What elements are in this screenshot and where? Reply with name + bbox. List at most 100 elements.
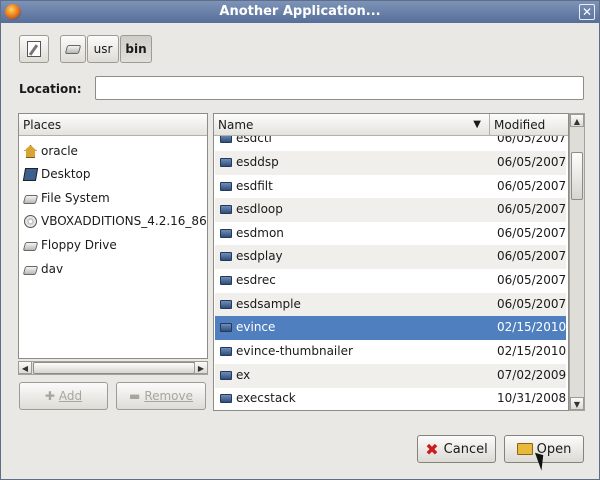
file-row[interactable]: execstack 10/31/2008 (215, 387, 567, 410)
cdrom-icon (24, 215, 37, 228)
file-name: execstack (236, 391, 296, 405)
network-drive-icon (22, 266, 39, 275)
edit-icon (27, 41, 41, 57)
remove-place-button[interactable]: ▬ Remove (116, 382, 206, 410)
file-row[interactable]: evince-thumbnailer 02/15/2010 (215, 340, 566, 364)
file-name: esdmon (236, 226, 284, 240)
executable-icon (220, 394, 232, 403)
place-label: Floppy Drive (41, 238, 117, 252)
drive-icon (64, 44, 82, 54)
cancel-label: Cancel (443, 441, 488, 457)
modified-header-label: Modified (494, 118, 546, 132)
executable-icon (220, 182, 232, 191)
place-label: VBOXADDITIONS_4.2.16_86 (41, 214, 206, 228)
file-row[interactable]: esdfilt 06/05/2007 (215, 175, 566, 199)
executable-icon (220, 300, 232, 309)
remove-icon: ▬ (128, 389, 141, 403)
file-row-selected[interactable]: evince 02/15/2010 (215, 316, 566, 340)
drive-icon (22, 195, 39, 204)
files-panel: Name ▼ Modified esdctl 06/05/2007 esddsp… (213, 113, 569, 411)
path-segment-label: usr (93, 42, 113, 56)
files-scroll-thumb[interactable] (571, 152, 583, 200)
executable-icon (220, 205, 232, 214)
file-name: esdplay (236, 249, 283, 263)
desktop-icon (22, 168, 39, 181)
places-scroll-thumb[interactable] (33, 362, 195, 374)
file-row[interactable]: esdsample 06/05/2007 (215, 293, 566, 317)
location-label: Location: (19, 82, 82, 96)
executable-icon (220, 323, 232, 332)
file-modified: 06/05/2007 (497, 155, 567, 169)
file-modified: 06/05/2007 (497, 179, 567, 193)
place-floppy-drive[interactable]: Floppy Drive (21, 234, 206, 257)
file-modified: 10/31/2008 (497, 391, 567, 405)
file-modified: 06/05/2007 (497, 226, 567, 240)
type-location-button[interactable] (19, 35, 49, 63)
path-segment-label: bin (125, 42, 147, 56)
file-chooser-dialog: Another Application... ✕ usr bin Locatio… (0, 0, 600, 480)
file-modified: 06/05/2007 (497, 273, 567, 287)
place-desktop[interactable]: Desktop (21, 163, 206, 186)
name-column-header-overlay[interactable]: Name ▼ (214, 114, 490, 136)
files-vertical-scrollbar[interactable]: ▲ ▼ (569, 113, 585, 411)
file-name: esdsample (236, 297, 301, 311)
close-icon[interactable]: ✕ (579, 4, 595, 20)
places-panel: Places oracle Desktop File System VBOXAD… (18, 113, 208, 359)
home-folder-icon (24, 145, 37, 158)
file-row[interactable]: esdmon 06/05/2007 (215, 222, 566, 246)
file-modified: 06/05/2007 (497, 297, 567, 311)
scroll-left-icon[interactable]: ◀ (18, 361, 32, 374)
add-label: Add (58, 389, 83, 403)
file-modified: 07/02/2009 (497, 368, 567, 382)
executable-icon (220, 229, 232, 238)
file-name: ex (236, 368, 251, 382)
file-row[interactable]: esdplay 06/05/2007 (215, 245, 566, 269)
place-vboxadditions[interactable]: VBOXADDITIONS_4.2.16_86 (21, 210, 206, 233)
file-name: evince (236, 320, 276, 334)
scroll-down-icon[interactable]: ▼ (570, 397, 584, 410)
executable-icon (220, 371, 232, 380)
place-label: oracle (41, 144, 78, 158)
executable-icon (220, 252, 232, 261)
sort-descending-icon: ▼ (473, 119, 481, 130)
scroll-right-icon[interactable]: ▶ (194, 361, 208, 374)
file-name: esdrec (236, 273, 276, 287)
file-modified: 06/05/2007 (497, 202, 567, 216)
file-row[interactable]: ex 07/02/2009 (215, 364, 566, 388)
add-place-button[interactable]: ✚ Add (19, 382, 108, 410)
cancel-button[interactable]: ✖ Cancel (417, 435, 496, 463)
firefox-app-icon (5, 4, 21, 20)
path-root-button[interactable] (60, 35, 86, 63)
modified-column-header-overlay[interactable]: Modified (490, 114, 568, 136)
file-modified: 06/05/2007 (497, 249, 567, 263)
cancel-icon: ✖ (425, 439, 439, 459)
path-segment-bin[interactable]: bin (120, 35, 152, 63)
file-name: esddsp (236, 155, 279, 169)
place-oracle[interactable]: oracle (21, 140, 206, 163)
title-bar[interactable]: Another Application... ✕ (1, 1, 599, 23)
remove-label: Remove (144, 389, 194, 403)
window-title: Another Application... (219, 4, 381, 19)
file-row[interactable]: esdrec 06/05/2007 (215, 269, 566, 293)
file-modified: 02/15/2010 (497, 344, 567, 358)
place-label: File System (41, 191, 110, 205)
floppy-icon (22, 242, 39, 251)
place-label: Desktop (41, 167, 91, 181)
location-input[interactable] (95, 76, 584, 100)
add-icon: ✚ (44, 389, 55, 403)
places-header[interactable]: Places (19, 114, 207, 136)
file-modified: 02/15/2010 (497, 320, 567, 334)
places-horizontal-scrollbar[interactable]: ◀ ▶ (18, 361, 208, 375)
open-folder-icon (516, 443, 533, 455)
path-segment-usr[interactable]: usr (87, 35, 119, 63)
scroll-up-icon[interactable]: ▲ (570, 114, 584, 127)
executable-icon (220, 347, 232, 356)
file-name: esdloop (236, 202, 283, 216)
file-name: evince-thumbnailer (236, 344, 353, 358)
place-dav[interactable]: dav (21, 258, 206, 281)
place-file-system[interactable]: File System (21, 187, 206, 210)
file-row[interactable]: esdloop 06/05/2007 (215, 198, 566, 222)
executable-icon (220, 276, 232, 285)
file-row[interactable]: esddsp 06/05/2007 (215, 151, 566, 175)
executable-icon (220, 158, 232, 167)
